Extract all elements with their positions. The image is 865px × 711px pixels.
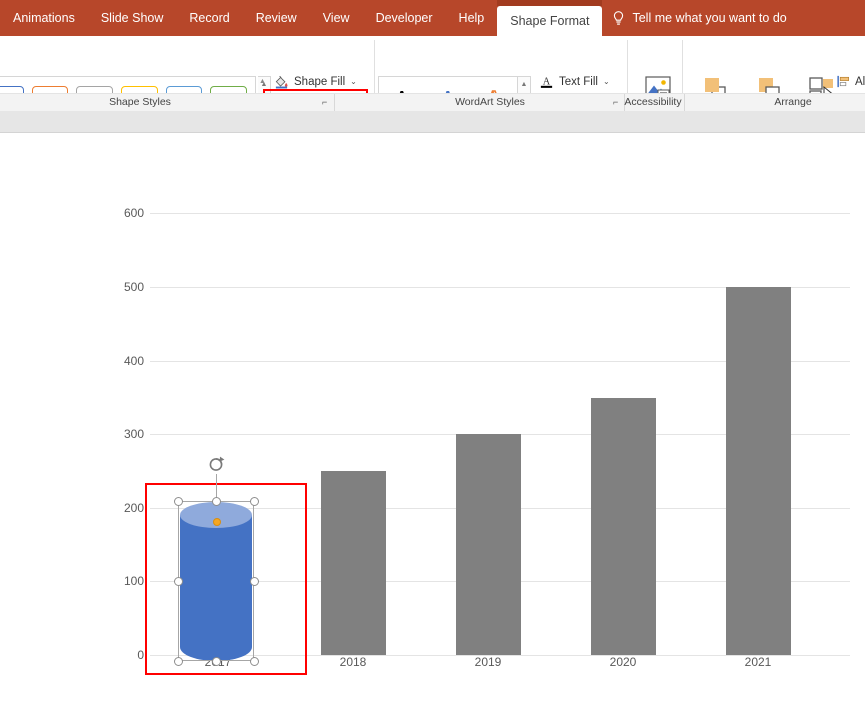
slide-canvas[interactable]: 600 500 400 300 200 100 0 2017 2018 2019… xyxy=(0,133,865,711)
y-axis-label: 600 xyxy=(123,206,144,220)
ribbon-bottom-band xyxy=(0,111,865,133)
gridline-600 xyxy=(150,213,850,214)
lightbulb-icon xyxy=(614,10,624,25)
x-axis-label-2021: 2021 xyxy=(744,655,772,669)
resize-handle-top-left[interactable] xyxy=(174,497,183,506)
gallery-arrow-up-icon[interactable]: ▲ xyxy=(256,72,269,91)
tell-me-box[interactable]: Tell me what you want to do xyxy=(602,0,796,36)
tab-review[interactable]: Review xyxy=(243,0,310,36)
align-icon xyxy=(837,75,849,88)
ribbon-group-label-row: Shape Styles ⌐ WordArt Styles ⌐ Accessib… xyxy=(0,93,865,112)
tab-help[interactable]: Help xyxy=(446,0,498,36)
shape-adjustment-handle[interactable] xyxy=(213,518,221,526)
text-fill-icon: A xyxy=(540,76,553,88)
bar-2019[interactable] xyxy=(456,434,521,655)
powerpoint-window: Animations Slide Show Record Review View… xyxy=(0,0,865,711)
group-label-accessibility: Accessibility xyxy=(624,96,682,108)
shape-fill-button[interactable]: Shape Fill ⌄ xyxy=(272,72,372,91)
active-tab-cap xyxy=(497,0,603,6)
resize-handle-middle-left[interactable] xyxy=(174,577,183,586)
tab-view[interactable]: View xyxy=(310,0,363,36)
tell-me-label: Tell me what you want to do xyxy=(632,11,787,25)
resize-handle-bottom-left[interactable] xyxy=(174,657,183,666)
resize-handle-middle-right[interactable] xyxy=(250,577,259,586)
text-fill-button[interactable]: A Text Fill ⌄ xyxy=(537,72,627,91)
tab-record[interactable]: Record xyxy=(176,0,242,36)
bar-2020[interactable] xyxy=(591,398,656,655)
y-axis-label: 500 xyxy=(123,280,144,294)
text-fill-label: Text Fill xyxy=(559,75,598,88)
rotation-handle-icon[interactable] xyxy=(208,455,226,473)
tab-developer[interactable]: Developer xyxy=(363,0,446,36)
tab-slide-show[interactable]: Slide Show xyxy=(88,0,177,36)
y-axis-label: 400 xyxy=(123,354,144,368)
shape-styles-dialog-launcher[interactable]: ⌐ xyxy=(322,98,331,107)
y-axis-label: 200 xyxy=(123,501,144,515)
resize-handle-bottom-center[interactable] xyxy=(212,657,221,666)
y-axis-label: 0 xyxy=(137,648,144,662)
resize-handle-top-right[interactable] xyxy=(250,497,259,506)
align-label: Al xyxy=(855,75,865,88)
ribbon-tab-strip: Animations Slide Show Record Review View… xyxy=(0,0,865,36)
group-label-wordart-styles: WordArt Styles xyxy=(455,96,525,108)
bar-2021[interactable] xyxy=(726,287,791,655)
group-separator xyxy=(334,94,335,112)
align-button[interactable]: Al xyxy=(836,72,865,91)
x-axis-label-2018: 2018 xyxy=(339,655,367,669)
shape-fill-label: Shape Fill xyxy=(294,75,346,88)
y-axis-label: 100 xyxy=(123,574,144,588)
resize-handle-bottom-right[interactable] xyxy=(250,657,259,666)
bar-2018[interactable] xyxy=(321,471,386,655)
scroll-up-icon[interactable]: ▲ xyxy=(518,77,530,92)
group-separator xyxy=(684,94,685,112)
group-label-shape-styles: Shape Styles xyxy=(109,96,171,108)
tab-shape-format[interactable]: Shape Format xyxy=(497,6,603,36)
y-axis-label: 300 xyxy=(123,427,144,441)
x-axis-label-2020: 2020 xyxy=(609,655,637,669)
tab-animations[interactable]: Animations xyxy=(0,0,88,36)
group-label-arrange: Arrange xyxy=(774,96,812,108)
chevron-down-icon[interactable]: ⌄ xyxy=(350,77,357,86)
paint-bucket-icon xyxy=(275,75,288,89)
resize-handle-top-center[interactable] xyxy=(212,497,221,506)
chevron-down-icon[interactable]: ⌄ xyxy=(603,77,610,86)
svg-text:A: A xyxy=(543,76,551,87)
x-axis-label-2019: 2019 xyxy=(474,655,502,669)
